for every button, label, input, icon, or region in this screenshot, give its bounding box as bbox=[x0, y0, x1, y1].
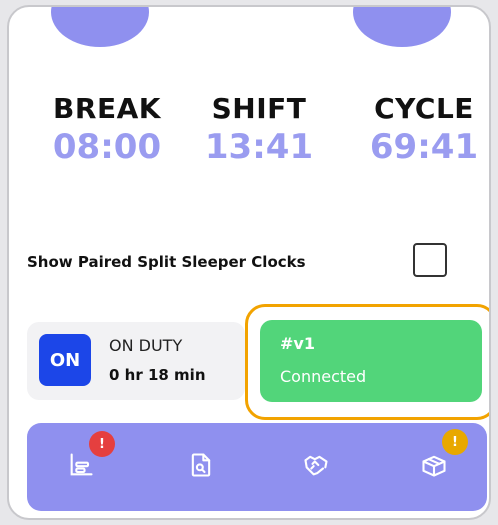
duty-status-label: ON DUTY bbox=[109, 336, 183, 355]
package-alert-badge: ! bbox=[442, 429, 468, 455]
vehicle-connection-card[interactable]: #v1 Connected bbox=[260, 320, 482, 402]
break-label: BREAK bbox=[53, 92, 161, 125]
logs-alert-badge: ! bbox=[89, 431, 115, 457]
duty-time: 0 hr 18 min bbox=[109, 366, 206, 384]
decorative-blob-left bbox=[51, 7, 149, 47]
shift-value: 13:41 bbox=[204, 127, 314, 167]
logs-icon bbox=[70, 453, 93, 476]
handshake-icon bbox=[304, 455, 328, 476]
split-sleeper-row: Show Paired Split Sleeper Clocks bbox=[27, 243, 467, 283]
nav-logs-button[interactable]: ! bbox=[67, 431, 115, 483]
nav-handshake-button[interactable] bbox=[302, 451, 334, 483]
shift-clock: SHIFT 13:41 bbox=[189, 92, 329, 167]
bottom-nav: ! ! bbox=[27, 423, 487, 511]
decorative-blob-right bbox=[353, 7, 451, 47]
document-search-icon bbox=[191, 453, 211, 477]
on-duty-badge: ON bbox=[39, 334, 91, 386]
hos-card: BREAK 08:00 SHIFT 13:41 CYCLE 69:41 Show… bbox=[7, 5, 491, 520]
cycle-clock: CYCLE 69:41 bbox=[349, 92, 489, 167]
nav-package-button[interactable]: ! bbox=[420, 429, 468, 483]
nav-documents-button[interactable] bbox=[187, 451, 219, 483]
cycle-value: 69:41 bbox=[369, 127, 479, 167]
break-value: 08:00 bbox=[52, 127, 162, 167]
vehicle-id: #v1 bbox=[280, 334, 315, 353]
split-sleeper-label: Show Paired Split Sleeper Clocks bbox=[27, 253, 306, 271]
split-sleeper-checkbox[interactable] bbox=[413, 243, 447, 277]
break-clock: BREAK 08:00 bbox=[27, 92, 187, 167]
connection-status: Connected bbox=[280, 367, 367, 386]
cycle-label: CYCLE bbox=[374, 92, 474, 125]
duty-status-card[interactable]: ON ON DUTY 0 hr 18 min bbox=[27, 322, 245, 400]
shift-label: SHIFT bbox=[211, 92, 307, 125]
package-icon bbox=[422, 455, 446, 477]
